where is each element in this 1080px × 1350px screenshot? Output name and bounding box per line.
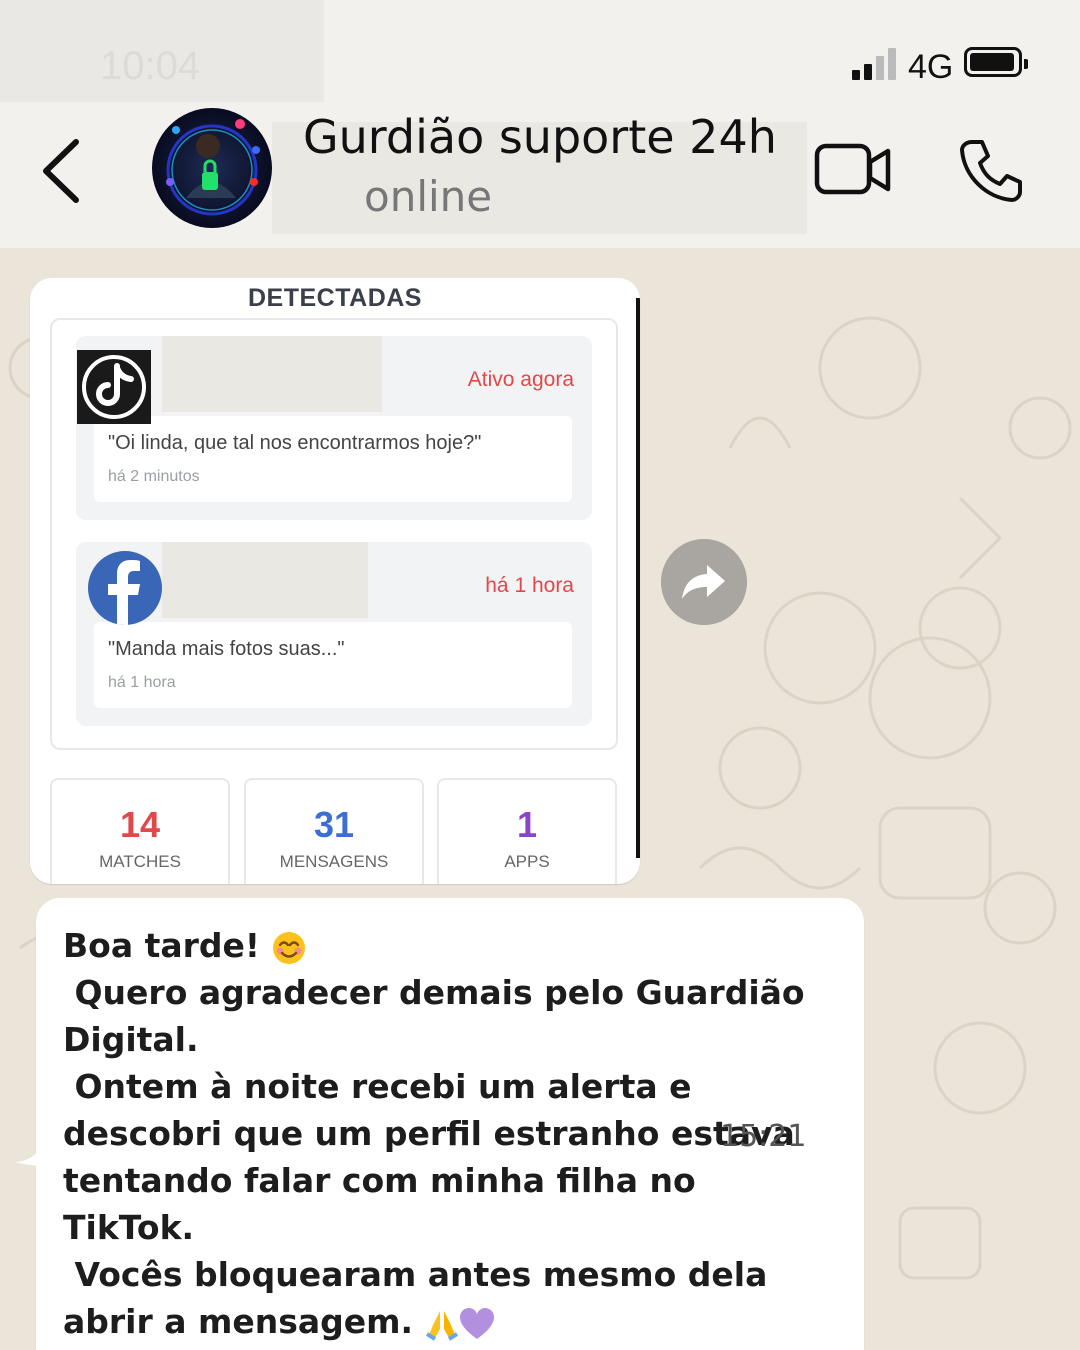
stat-messages: 31 MENSAGENS xyxy=(244,778,424,884)
message-line: Ontem à noite recebi um alerta e xyxy=(63,1067,692,1106)
network-type: 4G xyxy=(908,48,954,86)
message-body: Boa tarde! Quero agradecer demais pelo G… xyxy=(63,922,805,1345)
contact-status: online xyxy=(364,172,493,221)
battery-icon xyxy=(964,47,1028,77)
message-line: Vocês bloquearam antes mesmo dela xyxy=(63,1255,768,1294)
card-time: há 1 hora xyxy=(108,674,176,691)
message-line: Boa tarde! xyxy=(63,926,272,965)
avatar[interactable] xyxy=(152,108,272,228)
stat-apps: 1 APPS xyxy=(437,778,617,884)
clock: 10:04 xyxy=(100,44,201,88)
card-quote: "Oi linda, que tal nos encontrarmos hoje… xyxy=(108,432,482,454)
facebook-icon xyxy=(88,551,162,625)
message-line: TikTok. xyxy=(63,1208,195,1247)
message-line: tentando falar com minha filha no xyxy=(63,1161,696,1200)
card-status: há 1 hora xyxy=(485,574,574,597)
chat-header: Gurdião suporte 24h online xyxy=(0,102,1080,248)
stat-value: 31 xyxy=(313,804,355,845)
stat-value: 14 xyxy=(119,804,161,845)
message-line: Digital. xyxy=(63,1020,199,1059)
smiling-face-icon xyxy=(273,931,306,964)
purple-heart-icon xyxy=(459,1307,494,1339)
message-time: 15:21 xyxy=(720,1119,807,1154)
card-time: há 2 minutos xyxy=(108,468,200,485)
stat-label: APPS xyxy=(504,852,550,871)
detection-card-tiktok: Ativo agora "Oi linda, que tal nos encon… xyxy=(76,336,592,520)
back-arrow-icon[interactable] xyxy=(38,136,88,206)
message-line: descobri que um perfil estranho estava xyxy=(63,1114,795,1153)
signal-icon xyxy=(852,48,904,80)
card-status: Ativo agora xyxy=(467,368,574,391)
video-call-icon[interactable] xyxy=(814,142,892,198)
text-message[interactable]: Boa tarde! Quero agradecer demais pelo G… xyxy=(14,898,864,1350)
detected-title: DETECTADAS xyxy=(248,284,422,312)
stat-matches: 14 MATCHES xyxy=(50,778,230,884)
stat-label: MATCHES xyxy=(99,852,181,871)
card-quote: "Manda mais fotos suas..." xyxy=(108,638,345,660)
message-line: Quero agradecer demais pelo Guardião xyxy=(63,973,805,1012)
image-message[interactable]: DETECTADAS Ativo agora "Oi linda, que ta… xyxy=(30,278,640,884)
stat-label: MENSAGENS xyxy=(279,852,389,871)
folded-hands-icon xyxy=(425,1310,458,1341)
forward-icon[interactable] xyxy=(661,539,747,625)
tiktok-icon xyxy=(77,350,151,424)
message-line: abrir a mensagem. xyxy=(63,1302,425,1341)
status-bar: 10:04 4G xyxy=(0,0,1080,102)
chat-area: DETECTADAS Ativo agora "Oi linda, que ta… xyxy=(0,248,1080,1350)
stat-value: 1 xyxy=(516,804,538,845)
clock-redaction: 10:04 xyxy=(0,0,324,102)
contact-name[interactable]: Gurdião suporte 24h xyxy=(303,110,777,164)
phone-call-icon[interactable] xyxy=(958,138,1024,204)
bubble-tail xyxy=(14,1142,44,1166)
